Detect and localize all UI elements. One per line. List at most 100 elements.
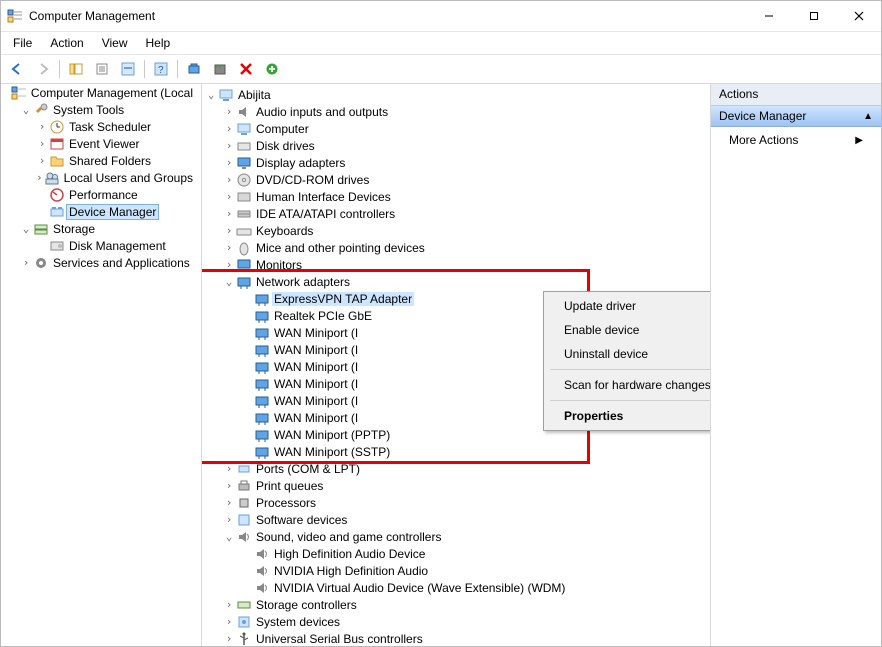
tree-item[interactable]: ›Shared Folders [1,152,201,169]
expander-icon[interactable]: › [222,462,236,476]
device-item[interactable]: ›Processors [202,494,710,511]
expander-icon[interactable]: › [222,598,236,612]
update-driver-button[interactable] [208,57,232,81]
device-item-label: Storage controllers [254,598,359,612]
view-button[interactable] [116,57,140,81]
tree-item[interactable]: ⌄System Tools [1,101,201,118]
expander-icon[interactable]: › [222,105,236,119]
minimize-button[interactable] [746,1,791,31]
device-item[interactable]: ⌄Sound, video and game controllers [202,528,710,545]
console-tree[interactable]: Computer Management (Local ⌄System Tools… [1,84,202,646]
expander-icon[interactable]: ⌄ [19,222,33,236]
tree-item[interactable]: ›Services and Applications [1,254,201,271]
device-item[interactable]: ›Software devices [202,511,710,528]
device-item[interactable]: WAN Miniport (SSTP) [202,443,710,460]
tree-item[interactable]: Disk Management [1,237,201,254]
expander-icon[interactable]: › [222,615,236,629]
pc-icon [236,121,252,137]
device-item[interactable]: ›Display adapters [202,154,710,171]
expander-icon[interactable]: › [19,256,33,270]
more-actions-item[interactable]: More Actions ▶ [711,127,881,153]
device-item[interactable]: ›IDE ATA/ATAPI controllers [202,205,710,222]
device-item[interactable]: ›Keyboards [202,222,710,239]
uninstall-button[interactable] [234,57,258,81]
nav-back-button[interactable] [5,57,29,81]
expander-icon[interactable]: › [222,496,236,510]
tree-item[interactable]: ›Event Viewer [1,135,201,152]
sys-icon [236,614,252,630]
enable-button[interactable] [260,57,284,81]
device-root[interactable]: ⌄ Abijita [202,86,710,103]
scan-hardware-button[interactable] [182,57,206,81]
expander-icon[interactable]: ⌄ [222,530,236,544]
actions-section[interactable]: Device Manager ▲ [711,106,881,127]
context-menu-item[interactable]: Uninstall device [546,342,711,366]
expander-icon[interactable]: › [222,479,236,493]
net-icon [236,274,252,290]
expander-icon[interactable]: › [35,120,49,134]
expander-icon[interactable]: ⌄ [222,275,236,289]
maximize-button[interactable] [791,1,836,31]
tree-item[interactable]: ›Local Users and Groups [1,169,201,186]
menu-separator [550,369,711,370]
device-item[interactable]: NVIDIA High Definition Audio [202,562,710,579]
device-item[interactable]: NVIDIA Virtual Audio Device (Wave Extens… [202,579,710,596]
expander-icon[interactable]: › [222,632,236,646]
menu-action[interactable]: Action [42,34,91,52]
expander-icon[interactable]: › [222,241,236,255]
expander-icon[interactable]: › [222,190,236,204]
expander-icon[interactable]: › [222,207,236,221]
context-menu-item[interactable]: Scan for hardware changes [546,373,711,397]
expander-icon[interactable]: › [222,224,236,238]
device-item[interactable]: ›Disk drives [202,137,710,154]
context-menu[interactable]: Update driverEnable deviceUninstall devi… [543,291,711,431]
device-item[interactable]: ›Mice and other pointing devices [202,239,710,256]
properties-button[interactable] [90,57,114,81]
device-item[interactable]: ›Computer [202,120,710,137]
context-menu-item[interactable]: Properties [546,404,711,428]
help-button[interactable]: ? [149,57,173,81]
tree-item[interactable]: ⌄Storage [1,220,201,237]
device-item[interactable]: ›Human Interface Devices [202,188,710,205]
expander-icon[interactable]: › [35,171,44,185]
sound-icon [254,580,270,596]
device-item[interactable]: ›Ports (COM & LPT) [202,460,710,477]
tree-root-label: Computer Management (Local [29,86,195,100]
menu-view[interactable]: View [94,34,136,52]
expander-icon[interactable]: ⌄ [19,103,33,117]
device-item[interactable]: ›System devices [202,613,710,630]
monitor-icon [236,257,252,273]
device-item[interactable]: ›Audio inputs and outputs [202,103,710,120]
tree-root[interactable]: Computer Management (Local [1,84,201,101]
expander-icon[interactable]: › [222,139,236,153]
tree-item[interactable]: Device Manager [1,203,201,220]
context-menu-item[interactable]: Update driver [546,294,711,318]
expander-icon[interactable]: › [222,258,236,272]
menu-file[interactable]: File [5,34,40,52]
tree-item[interactable]: ›Task Scheduler [1,118,201,135]
device-item[interactable]: ⌄Network adapters [202,273,710,290]
expander-icon[interactable]: › [222,513,236,527]
context-menu-item[interactable]: Enable device [546,318,711,342]
expander-icon[interactable]: ⌄ [204,88,218,102]
menu-help[interactable]: Help [138,34,179,52]
device-item[interactable]: ›Monitors [202,256,710,273]
tree-item[interactable]: Performance [1,186,201,203]
nav-forward-button[interactable] [31,57,55,81]
device-item[interactable]: › Storage controllers [202,596,710,613]
show-hide-tree-button[interactable] [64,57,88,81]
device-item[interactable]: ›Universal Serial Bus controllers [202,630,710,646]
device-item[interactable]: ›Print queues [202,477,710,494]
expander-icon[interactable]: › [222,156,236,170]
app-icon [7,8,23,24]
device-tree[interactable]: ⌄ Abijita ›Audio inputs and outputs›Comp… [202,84,711,646]
device-item-label: ExpressVPN TAP Adapter [272,292,414,306]
device-item[interactable]: ›DVD/CD-ROM drives [202,171,710,188]
expander-icon[interactable]: › [222,173,236,187]
expander-icon[interactable]: › [35,137,49,151]
toolbar: ? [1,55,881,84]
expander-icon[interactable]: › [222,122,236,136]
device-item[interactable]: High Definition Audio Device [202,545,710,562]
close-button[interactable] [836,1,881,31]
expander-icon[interactable]: › [35,154,49,168]
